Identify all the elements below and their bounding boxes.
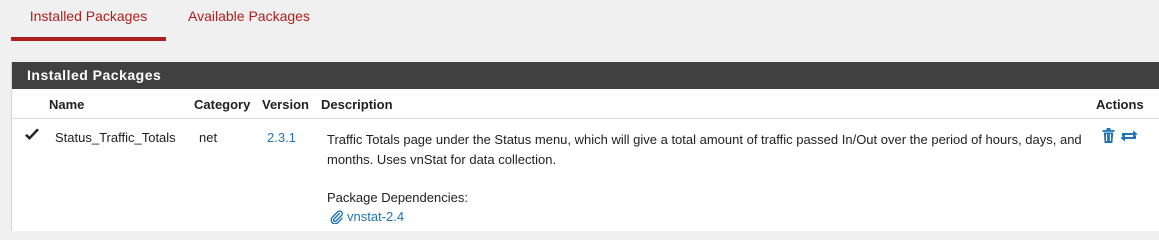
column-header-category: Category (194, 97, 251, 112)
column-header-name: Name (49, 97, 85, 112)
trash-icon[interactable] (1102, 128, 1115, 143)
panel-title: Installed Packages (12, 62, 1159, 89)
paperclip-icon (330, 209, 343, 224)
tab-installed-packages[interactable]: Installed Packages (11, 0, 166, 41)
installed-packages-panel: Installed Packages Name Category Version… (11, 62, 1159, 231)
tab-available-packages[interactable]: Available Packages (178, 0, 318, 41)
dependency-name: vnstat-2.4 (347, 209, 405, 224)
check-icon (25, 128, 39, 140)
package-version-link[interactable]: 2.3.1 (267, 130, 296, 145)
refresh-icon[interactable] (1119, 129, 1139, 143)
package-description: Traffic Totals page under the Status men… (327, 132, 1082, 167)
package-category: net (199, 130, 218, 145)
column-header-version: Version (262, 97, 309, 112)
package-tabs: Installed Packages Available Packages (11, 0, 1159, 41)
dependency-link[interactable]: vnstat-2.4 (330, 209, 404, 224)
column-header-description: Description (321, 97, 393, 112)
column-header-actions: Actions (1096, 97, 1144, 112)
package-name: Status_Traffic_Totals (55, 130, 176, 145)
header-divider (12, 118, 1159, 119)
package-dependencies-label: Package Dependencies: (327, 190, 468, 205)
